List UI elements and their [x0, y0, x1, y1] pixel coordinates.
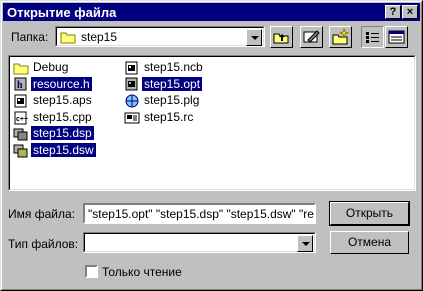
- filename-value: "step15.opt" "step15.dsp" "step15.dsw" "…: [88, 207, 316, 221]
- filename-input[interactable]: "step15.opt" "step15.dsp" "step15.dsw" "…: [83, 203, 316, 224]
- file-name: step15.aps: [33, 93, 92, 108]
- binary-file-icon: [13, 94, 29, 108]
- desktop-button[interactable]: [300, 26, 323, 48]
- web-file-icon: [124, 94, 140, 108]
- dialog-title: Открытие файла: [7, 5, 117, 20]
- file-name: step15.ncb: [144, 60, 203, 74]
- file-item[interactable]: h resource.h: [13, 76, 92, 92]
- up-folder-button[interactable]: [270, 26, 293, 48]
- file-name: step15.dsw: [31, 143, 96, 157]
- binary-file-icon: [124, 61, 140, 75]
- file-item[interactable]: c++ step15.cpp: [13, 109, 94, 125]
- folder-label-text: Папка:: [11, 30, 49, 44]
- new-folder-button[interactable]: [329, 26, 352, 48]
- svg-text:h: h: [17, 80, 23, 91]
- workspace-file-icon: [13, 144, 29, 158]
- list-view-button[interactable]: [361, 26, 384, 48]
- resource-file-icon: [124, 111, 140, 125]
- close-button[interactable]: ×: [402, 5, 418, 19]
- file-item[interactable]: step15.plg: [124, 92, 201, 108]
- folder-icon: [13, 61, 29, 75]
- file-name: Debug: [33, 60, 69, 74]
- open-button[interactable]: Открыть: [329, 201, 410, 226]
- up-folder-icon: [273, 33, 289, 44]
- title-bar[interactable]: Открытие файла ? ×: [3, 3, 420, 21]
- binary-file-icon: [124, 77, 140, 91]
- header-file-icon: h: [13, 77, 29, 91]
- filetype-label: Тип файлов:: [8, 237, 79, 251]
- file-list[interactable]: Debug h resource.h step15.aps c++ step15.cpp s…: [8, 55, 416, 191]
- folder-value: step15: [81, 30, 118, 44]
- filetype-combobox[interactable]: [83, 232, 316, 253]
- cpp-file-icon: c++: [13, 111, 29, 125]
- cancel-button[interactable]: Отмена: [330, 231, 409, 254]
- readonly-label[interactable]: Только чтение: [102, 265, 182, 279]
- folder-icon: [60, 30, 76, 47]
- open-file-dialog: Открытие файла ? × Папка: step15 Debug h…: [0, 0, 423, 291]
- new-folder-icon: [332, 27, 350, 45]
- file-name: step15.rc: [144, 109, 194, 124]
- folder-label: Папка:: [11, 30, 48, 44]
- file-name: step15.plg: [144, 93, 200, 108]
- file-item[interactable]: Debug: [13, 59, 70, 75]
- project-file-icon: [13, 127, 29, 141]
- file-item[interactable]: step15.opt: [124, 76, 203, 92]
- readonly-checkbox[interactable]: [85, 265, 98, 278]
- folder-combobox[interactable]: step15: [55, 26, 265, 47]
- file-name: step15.opt: [142, 76, 203, 91]
- desktop-pen-icon: [303, 30, 320, 43]
- file-item[interactable]: step15.aps: [13, 92, 94, 108]
- filename-label: Имя файла:: [8, 207, 75, 221]
- folder-dropdown-button[interactable]: [246, 29, 262, 46]
- filetype-dropdown-button[interactable]: [297, 235, 313, 252]
- help-button[interactable]: ?: [385, 5, 401, 19]
- file-item[interactable]: step15.dsp: [13, 125, 94, 141]
- list-view-icon: [366, 32, 379, 43]
- details-view-icon: [388, 30, 405, 44]
- file-item[interactable]: step15.dsw: [13, 142, 96, 158]
- file-name: resource.h: [31, 76, 92, 91]
- file-item[interactable]: step15.rc: [124, 109, 195, 125]
- details-view-button[interactable]: [385, 26, 408, 48]
- file-name: step15.dsp: [31, 126, 94, 141]
- svg-text:c++: c++: [16, 116, 28, 123]
- file-name: step15.cpp: [33, 109, 92, 124]
- file-item[interactable]: step15.ncb: [124, 59, 205, 75]
